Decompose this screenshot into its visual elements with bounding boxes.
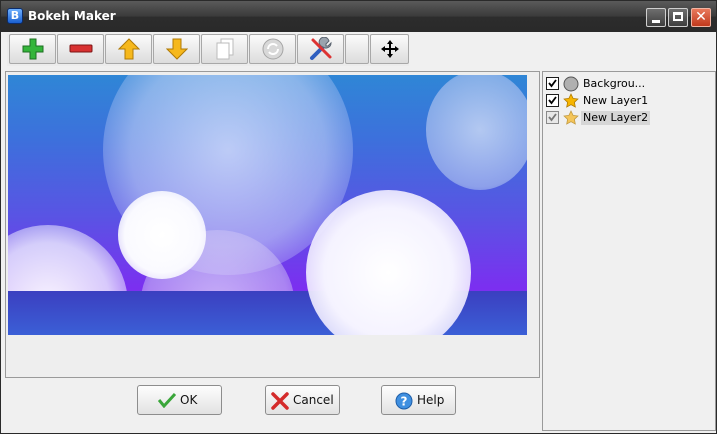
cancel-button-label: Cancel — [293, 393, 334, 407]
toolbar — [7, 34, 409, 66]
move-down-icon — [165, 38, 188, 60]
maximize-icon — [673, 12, 683, 21]
check-icon — [548, 79, 557, 88]
tools-icon — [309, 37, 332, 60]
blank-button[interactable] — [345, 34, 369, 64]
bokeh-circle — [118, 191, 206, 279]
add-icon — [22, 38, 43, 60]
check-icon — [548, 96, 557, 105]
layer-visibility-checkbox[interactable] — [546, 94, 559, 107]
check-icon — [548, 113, 557, 122]
tools-button[interactable] — [297, 34, 344, 64]
duplicate-icon — [216, 38, 233, 60]
layer-label: New Layer2 — [581, 111, 651, 125]
layer-visibility-checkbox[interactable] — [546, 111, 559, 124]
bokeh-circle — [426, 75, 527, 190]
move-tool-button[interactable] — [370, 34, 409, 64]
svg-text:?: ? — [401, 395, 408, 409]
maximize-button[interactable] — [668, 8, 688, 27]
checkmark-icon — [158, 392, 176, 408]
window-title: Bokeh Maker — [28, 9, 116, 23]
minimize-icon — [652, 20, 660, 23]
circle-icon — [563, 76, 579, 92]
minimize-button[interactable] — [646, 8, 666, 27]
move-up-button[interactable] — [105, 34, 152, 64]
remove-icon — [69, 44, 92, 53]
bokeh-maker-window: B Bokeh Maker ✕ Backgrou... New Layer1 N… — [0, 0, 717, 434]
help-button-label: Help — [417, 393, 445, 407]
refresh-button[interactable] — [249, 34, 296, 64]
layer-item-new-layer2[interactable]: New Layer2 — [546, 110, 714, 126]
move-up-icon — [117, 38, 140, 60]
bokeh-circle — [306, 190, 471, 335]
close-icon: ✕ — [695, 9, 707, 25]
cancel-icon — [271, 392, 289, 410]
remove-layer-button[interactable] — [57, 34, 104, 64]
star-icon — [563, 110, 579, 125]
duplicate-layer-button[interactable] — [201, 34, 248, 64]
layer-label: Backgrou... — [583, 77, 646, 90]
move-down-button[interactable] — [153, 34, 200, 64]
move-icon — [380, 40, 399, 58]
bokeh-preview-image[interactable] — [8, 75, 527, 335]
add-layer-button[interactable] — [9, 34, 56, 64]
ok-button-label: OK — [180, 393, 198, 407]
star-icon — [563, 93, 579, 108]
app-icon: B — [7, 8, 23, 24]
title-bar[interactable]: B Bokeh Maker ✕ — [1, 1, 716, 32]
cancel-button[interactable]: Cancel — [265, 385, 340, 415]
layer-item-background[interactable]: Backgrou... — [546, 76, 714, 92]
close-button[interactable]: ✕ — [691, 8, 711, 27]
ok-button[interactable]: OK — [137, 385, 222, 415]
refresh-icon — [262, 38, 283, 60]
layer-label: New Layer1 — [583, 94, 649, 107]
help-icon: ? — [395, 392, 413, 410]
help-button[interactable]: ? Help — [381, 385, 456, 415]
layer-item-new-layer1[interactable]: New Layer1 — [546, 93, 714, 109]
layer-visibility-checkbox[interactable] — [546, 77, 559, 90]
layers-panel: Backgrou... New Layer1 New Layer2 — [542, 71, 716, 431]
